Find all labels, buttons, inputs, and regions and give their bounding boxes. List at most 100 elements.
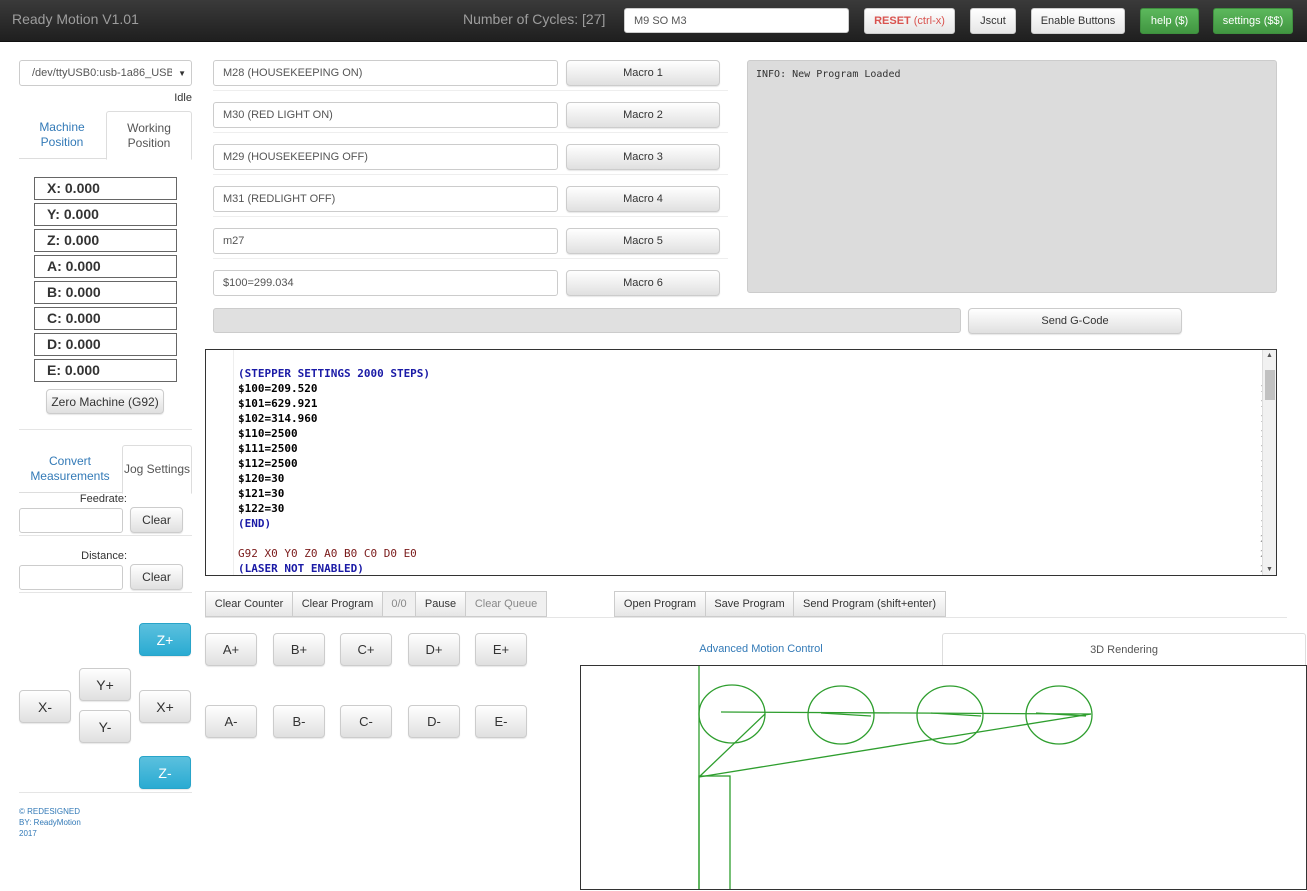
gcode-input[interactable] bbox=[213, 308, 961, 333]
tab-advanced-motion[interactable]: Advanced Motion Control bbox=[580, 633, 942, 665]
distance-clear-button[interactable]: Clear bbox=[130, 564, 183, 590]
divider bbox=[19, 535, 192, 536]
code-line: G92 X0 Y0 Z0 A0 B0 C0 D0 E0 bbox=[238, 547, 417, 560]
reset-label: RESET bbox=[874, 15, 911, 27]
jog-y-plus-button[interactable]: Y+ bbox=[79, 668, 131, 701]
footer-line: 2017 bbox=[19, 829, 37, 838]
jog-x-minus-button[interactable]: X- bbox=[19, 690, 71, 723]
clear-queue-button[interactable]: Clear Queue bbox=[465, 591, 547, 617]
jog-c-plus-button[interactable]: C+ bbox=[340, 633, 392, 666]
coord-b: B: 0.000 bbox=[34, 281, 177, 304]
distance-input[interactable] bbox=[19, 565, 123, 590]
code-line: (LASER NOT ENABLED) bbox=[238, 562, 364, 575]
macro-2-field[interactable]: M30 (RED LIGHT ON) bbox=[213, 102, 558, 128]
editor-gutter bbox=[206, 350, 234, 575]
progress-counter: 0/0 bbox=[382, 591, 416, 617]
divider bbox=[213, 216, 728, 217]
code-line: $100=209.520 bbox=[238, 382, 318, 395]
divider bbox=[19, 429, 192, 430]
send-program-button[interactable]: Send Program (shift+enter) bbox=[793, 591, 946, 617]
divider bbox=[213, 174, 728, 175]
settings-button[interactable]: settings ($$) bbox=[1213, 8, 1293, 34]
console-output: INFO: New Program Loaded bbox=[747, 60, 1277, 293]
jog-y-minus-button[interactable]: Y- bbox=[79, 710, 131, 743]
divider bbox=[19, 792, 192, 793]
code-line: $102=314.960 bbox=[238, 412, 318, 425]
reset-shortcut: (ctrl-x) bbox=[913, 15, 945, 27]
divider bbox=[213, 90, 728, 91]
scroll-down-icon[interactable]: ▼ bbox=[1266, 566, 1273, 573]
clear-program-button[interactable]: Clear Program bbox=[292, 591, 383, 617]
position-tabs: Machine Position Working Position bbox=[19, 111, 192, 160]
jog-a-minus-button[interactable]: A- bbox=[205, 705, 257, 738]
macro-4-button[interactable]: Macro 4 bbox=[566, 186, 720, 212]
footer-credits: © REDESIGNED BY: ReadyMotion 2017 bbox=[19, 806, 81, 839]
machine-status: Idle bbox=[174, 92, 192, 104]
jog-z-minus-button[interactable]: Z- bbox=[139, 756, 191, 789]
macro-2-button[interactable]: Macro 2 bbox=[566, 102, 720, 128]
port-select-value: /dev/ttyUSB0:usb-1a86_USB2.0-Serial bbox=[32, 67, 172, 79]
toolpath-canvas[interactable] bbox=[580, 665, 1307, 890]
help-button[interactable]: help ($) bbox=[1140, 8, 1199, 34]
macro-6-field[interactable]: $100=299.034 bbox=[213, 270, 558, 296]
jog-d-plus-button[interactable]: D+ bbox=[408, 633, 460, 666]
zero-machine-button[interactable]: Zero Machine (G92) bbox=[46, 389, 164, 414]
toolpath-circle bbox=[698, 684, 766, 744]
jog-x-plus-button[interactable]: X+ bbox=[139, 690, 191, 723]
tab-working-position[interactable]: Working Position bbox=[106, 111, 192, 160]
macro-4-field[interactable]: M31 (REDLIGHT OFF) bbox=[213, 186, 558, 212]
open-program-button[interactable]: Open Program bbox=[614, 591, 706, 617]
code-line: $122=30 bbox=[238, 502, 285, 515]
divider bbox=[213, 258, 728, 259]
cycle-counter: Number of Cycles: [27] bbox=[463, 11, 606, 27]
divider bbox=[213, 132, 728, 133]
feedrate-clear-button[interactable]: Clear bbox=[130, 507, 183, 533]
jog-e-minus-button[interactable]: E- bbox=[475, 705, 527, 738]
tab-3d-rendering[interactable]: 3D Rendering bbox=[942, 633, 1306, 666]
macro-3-button[interactable]: Macro 3 bbox=[566, 144, 720, 170]
reset-button[interactable]: RESET (ctrl-x) bbox=[864, 8, 955, 34]
scrollbar-thumb[interactable] bbox=[1265, 370, 1275, 400]
divider bbox=[19, 592, 192, 593]
jog-c-minus-button[interactable]: C- bbox=[340, 705, 392, 738]
port-select[interactable]: /dev/ttyUSB0:usb-1a86_USB2.0-Serial ▼ bbox=[19, 60, 192, 86]
footer-line[interactable]: BY: ReadyMotion bbox=[19, 817, 81, 828]
code-line: $101=629.921 bbox=[238, 397, 318, 410]
macro-1-button[interactable]: Macro 1 bbox=[566, 60, 720, 86]
toolpath-rect bbox=[698, 775, 731, 889]
save-program-button[interactable]: Save Program bbox=[705, 591, 794, 617]
macro-5-field[interactable]: m27 bbox=[213, 228, 558, 254]
app-title[interactable]: Ready Motion V1.01 bbox=[12, 11, 139, 27]
jog-e-plus-button[interactable]: E+ bbox=[475, 633, 527, 666]
tab-convert-measurements[interactable]: Convert Measurements bbox=[19, 445, 121, 493]
jog-b-minus-button[interactable]: B- bbox=[273, 705, 325, 738]
gcode-editor[interactable]: 8 9 10 11 12 13 14 15 16 17 18 19 20 21 … bbox=[205, 349, 1277, 576]
macro-1-field[interactable]: M28 (HOUSEKEEPING ON) bbox=[213, 60, 558, 86]
toolpath-segment bbox=[720, 711, 1092, 715]
tab-machine-position[interactable]: Machine Position bbox=[19, 111, 105, 159]
macro-3-field[interactable]: M29 (HOUSEKEEPING OFF) bbox=[213, 144, 558, 170]
jog-z-plus-button[interactable]: Z+ bbox=[139, 623, 191, 656]
feedrate-input[interactable] bbox=[19, 508, 123, 533]
enable-buttons-button[interactable]: Enable Buttons bbox=[1031, 8, 1125, 34]
jog-a-plus-button[interactable]: A+ bbox=[205, 633, 257, 666]
coord-x: X: 0.000 bbox=[34, 177, 177, 200]
toolpath-segment bbox=[820, 712, 872, 717]
code-line: $112=2500 bbox=[238, 457, 298, 470]
tab-jog-settings[interactable]: Jog Settings bbox=[122, 445, 192, 494]
command-input[interactable] bbox=[624, 8, 849, 33]
code-line: $120=30 bbox=[238, 472, 285, 485]
footer-line: © REDESIGNED bbox=[19, 807, 81, 816]
send-gcode-button[interactable]: Send G-Code bbox=[968, 308, 1182, 334]
scroll-up-icon[interactable]: ▲ bbox=[1266, 352, 1273, 359]
clear-counter-button[interactable]: Clear Counter bbox=[205, 591, 293, 617]
pause-button[interactable]: Pause bbox=[415, 591, 466, 617]
jog-d-minus-button[interactable]: D- bbox=[408, 705, 460, 738]
coord-y: Y: 0.000 bbox=[34, 203, 177, 226]
macro-6-button[interactable]: Macro 6 bbox=[566, 270, 720, 296]
jscut-button[interactable]: Jscut bbox=[970, 8, 1016, 34]
editor-scrollbar[interactable]: ▲ ▼ bbox=[1262, 350, 1276, 575]
jog-b-plus-button[interactable]: B+ bbox=[273, 633, 325, 666]
caret-down-icon: ▼ bbox=[178, 69, 186, 78]
macro-5-button[interactable]: Macro 5 bbox=[566, 228, 720, 254]
